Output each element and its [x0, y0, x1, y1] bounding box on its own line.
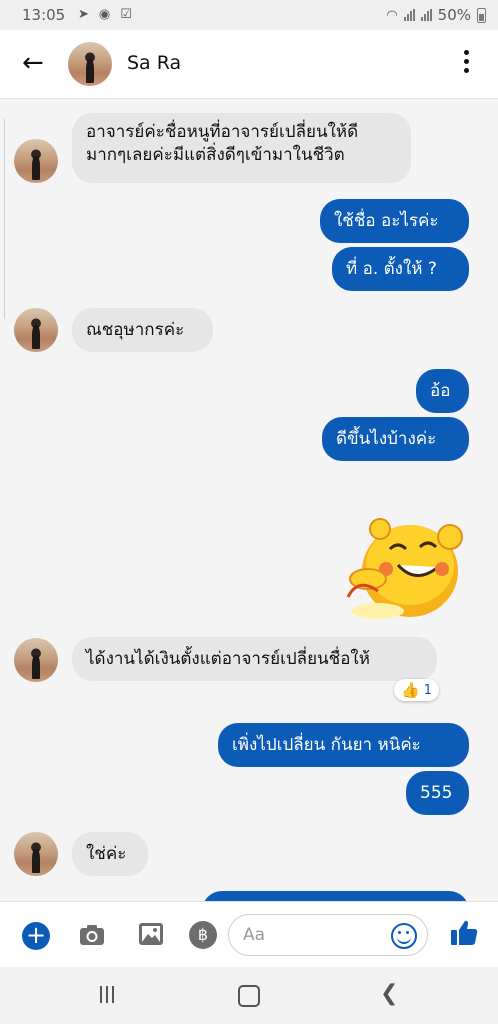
- incoming-message[interactable]: ใช่ค่ะ: [72, 832, 148, 876]
- message-line: อาจารย์ค่ะชื่อหนูที่อาจารย์เปลี่ยนให้ดี: [86, 122, 359, 142]
- navigation-notification-icon: ➤: [78, 7, 89, 22]
- status-time: 13:05: [22, 6, 66, 24]
- avatar[interactable]: [14, 308, 58, 352]
- message-list[interactable]: อาจารย์ค่ะชื่อหนูที่อาจารย์เปลี่ยนให้ดี …: [0, 99, 498, 901]
- message-input-placeholder: Aa: [243, 925, 266, 945]
- outgoing-message[interactable]: ดีขึ้นไงบ้างค่ะ: [322, 417, 469, 461]
- avatar[interactable]: [14, 832, 58, 876]
- message-input[interactable]: Aa: [228, 914, 428, 956]
- check-notification-icon: ☑: [120, 7, 132, 22]
- sticker-image[interactable]: [338, 509, 468, 621]
- thumbs-up-icon[interactable]: [449, 918, 479, 948]
- gallery-icon[interactable]: [138, 921, 164, 947]
- thumbs-up-reaction-icon: 👍: [401, 681, 420, 699]
- contact-avatar[interactable]: [68, 42, 112, 86]
- outgoing-message[interactable]: อ้อ: [416, 369, 469, 413]
- signal-icon: [403, 9, 415, 21]
- home-icon[interactable]: [238, 985, 260, 1007]
- message-composer: + ฿ Aa: [0, 901, 498, 968]
- outgoing-message[interactable]: 555: [406, 771, 469, 815]
- nav-back-icon[interactable]: ❮: [380, 981, 398, 1006]
- battery-icon: [477, 7, 486, 23]
- outgoing-message-partial[interactable]: [202, 891, 469, 901]
- recent-apps-icon[interactable]: [100, 986, 114, 1003]
- message-line: มากๆเลยค่ะมีแต่สิ่งดีๆเข้ามาในชีวิต: [86, 145, 345, 165]
- outgoing-message[interactable]: เพิ่งไปเปลี่ยน กันยา หนิค่ะ: [218, 723, 469, 767]
- outgoing-message[interactable]: ใช้ชื่อ อะไรค่ะ: [320, 199, 469, 243]
- chat-header: ← Sa Ra: [0, 30, 498, 99]
- reaction-count: 1: [423, 682, 432, 698]
- more-options-icon[interactable]: [464, 50, 470, 77]
- baht-icon[interactable]: ฿: [189, 921, 217, 949]
- status-bar: 13:05 ➤ ◉ ☑ ◠ 50%: [0, 0, 498, 30]
- avatar[interactable]: [14, 638, 58, 682]
- battery-percent: 50%: [437, 6, 471, 24]
- plus-icon[interactable]: +: [22, 922, 50, 950]
- incoming-message[interactable]: ได้งานได้เงินตั้งแต่อาจารย์เปลี่ยนชื่อให…: [72, 637, 437, 681]
- camera-icon[interactable]: [78, 921, 106, 949]
- outgoing-message[interactable]: ที่ อ. ตั้งให้ ?: [332, 247, 469, 291]
- scroll-indicator: [0, 119, 5, 319]
- incoming-message[interactable]: ณชอุษากรค่ะ: [72, 308, 213, 352]
- message-reaction[interactable]: 👍 1: [394, 679, 439, 701]
- contact-name[interactable]: Sa Ra: [127, 52, 181, 74]
- wifi-icon: ◠: [386, 7, 398, 23]
- emoji-icon[interactable]: [391, 923, 417, 949]
- signal-icon-2: [420, 9, 432, 21]
- chrome-notification-icon: ◉: [98, 7, 111, 22]
- incoming-message[interactable]: อาจารย์ค่ะชื่อหนูที่อาจารย์เปลี่ยนให้ดี …: [72, 113, 411, 183]
- avatar[interactable]: [14, 139, 58, 183]
- status-right: ◠ 50%: [386, 6, 486, 24]
- system-navigation-bar: ❮: [0, 967, 498, 1024]
- back-arrow-icon[interactable]: ←: [22, 49, 44, 77]
- status-notification-icons: ➤ ◉ ☑: [78, 7, 132, 22]
